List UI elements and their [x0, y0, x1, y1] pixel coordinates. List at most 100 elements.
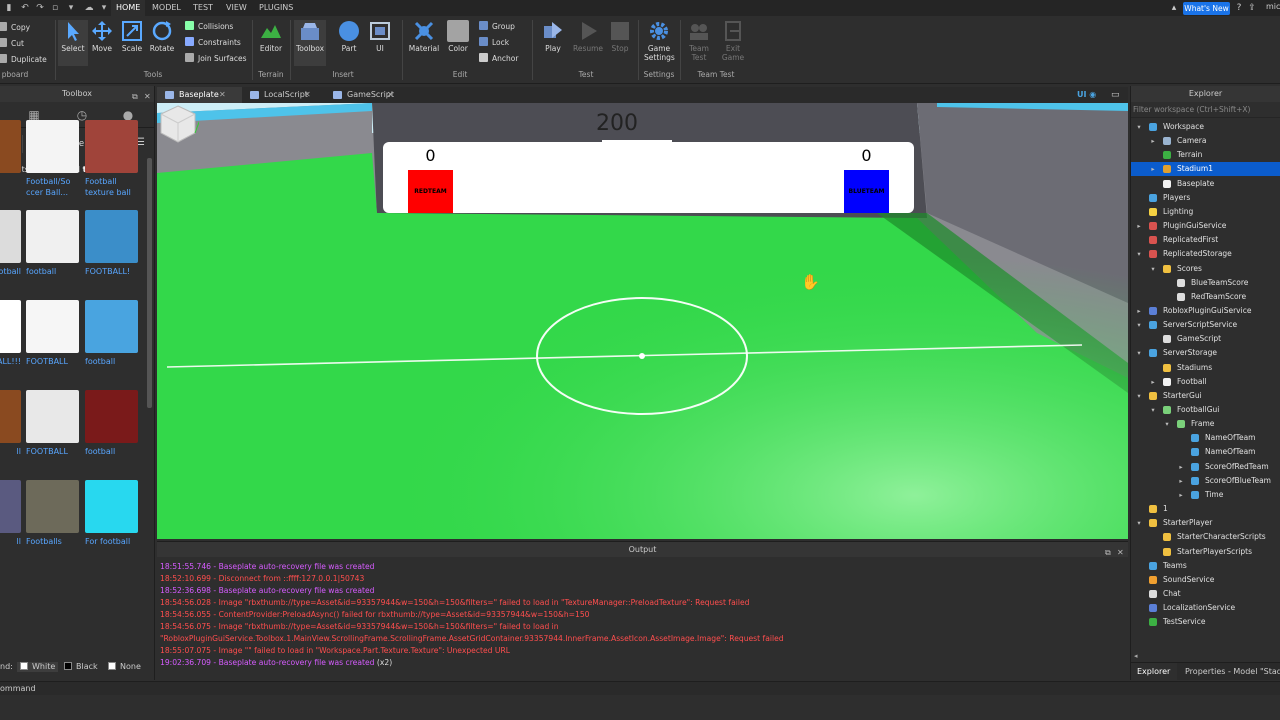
- dropdown-icon[interactable]: ▾: [66, 3, 76, 13]
- explorer-item[interactable]: ▾ Frame: [1131, 417, 1280, 431]
- expand-right-icon[interactable]: ▸: [1149, 134, 1157, 148]
- save-icon[interactable]: ▫: [50, 3, 60, 13]
- move-button[interactable]: Move: [87, 20, 117, 53]
- copy-button[interactable]: Copy: [0, 21, 30, 35]
- explorer-item[interactable]: ReplicatedFirst: [1131, 233, 1280, 247]
- expand-down-icon[interactable]: ▾: [1149, 403, 1157, 417]
- explorer-item[interactable]: ▾ FootballGui: [1131, 403, 1280, 417]
- pin-icon[interactable]: ⧉: [1105, 545, 1111, 560]
- explorer-item[interactable]: Lighting: [1131, 205, 1280, 219]
- collapse-ribbon-icon[interactable]: ▴: [1169, 3, 1179, 13]
- explorer-item[interactable]: GameScript: [1131, 332, 1280, 346]
- explorer-item[interactable]: StarterPlayerScripts: [1131, 545, 1280, 559]
- duplicate-button[interactable]: Duplicate: [0, 53, 47, 67]
- explorer-item[interactable]: ▾ StarterPlayer: [1131, 516, 1280, 530]
- explorer-filter-input[interactable]: Filter workspace (Ctrl+Shift+X): [1131, 102, 1280, 118]
- undo-icon[interactable]: ↶: [20, 3, 30, 13]
- stop-button[interactable]: Stop: [605, 20, 635, 53]
- explorer-item[interactable]: ▾ StarterGui: [1131, 389, 1280, 403]
- redo-icon[interactable]: ↷: [35, 3, 45, 13]
- background-none-option[interactable]: None: [108, 662, 141, 672]
- close-tab-icon[interactable]: ✕: [304, 87, 311, 103]
- explorer-item[interactable]: Players: [1131, 191, 1280, 205]
- tab-localscript[interactable]: LocalScript ✕: [242, 87, 325, 103]
- scale-button[interactable]: Scale: [117, 20, 147, 53]
- explorer-item[interactable]: LocalizationService: [1131, 601, 1280, 615]
- asset-tile[interactable]: Footballs: [26, 480, 82, 547]
- explorer-item[interactable]: ▸ Camera: [1131, 134, 1280, 148]
- rotate-button[interactable]: Rotate: [147, 20, 177, 53]
- tab-gamescript[interactable]: GameScript ✕: [325, 87, 408, 103]
- material-button[interactable]: Material: [408, 20, 440, 53]
- close-icon[interactable]: ✕: [1117, 545, 1124, 560]
- expand-down-icon[interactable]: ▾: [1149, 262, 1157, 276]
- chevron-down-icon[interactable]: ▾: [99, 3, 109, 13]
- asset-tile[interactable]: otball: [0, 210, 24, 277]
- 3d-viewport[interactable]: 200 0 REDTEAM 0 BLUETEAM ✋: [157, 103, 1128, 539]
- view-cube[interactable]: [157, 103, 199, 145]
- explorer-item[interactable]: ▾ Scores: [1131, 262, 1280, 276]
- tab-home[interactable]: HOME: [111, 0, 146, 16]
- explorer-item[interactable]: ▸ Time: [1131, 488, 1280, 502]
- expand-right-icon[interactable]: ▸: [1177, 474, 1185, 488]
- explorer-item[interactable]: ▾ ServerScriptService: [1131, 318, 1280, 332]
- explorer-item[interactable]: Teams: [1131, 559, 1280, 573]
- game-settings-button[interactable]: Game Settings: [644, 20, 675, 62]
- background-black-option[interactable]: Black: [64, 662, 98, 672]
- asset-tile[interactable]: Football/So ccer Ball...: [26, 120, 82, 198]
- expand-down-icon[interactable]: ▾: [1135, 346, 1143, 360]
- explorer-item[interactable]: ▾ ReplicatedStorage: [1131, 247, 1280, 261]
- explorer-item[interactable]: Terrain: [1131, 148, 1280, 162]
- explorer-item[interactable]: StarterCharacterScripts: [1131, 530, 1280, 544]
- explorer-item[interactable]: BlueTeamScore: [1131, 276, 1280, 290]
- lock-button[interactable]: Lock: [479, 36, 509, 50]
- whats-new-button[interactable]: What's New: [1183, 2, 1230, 15]
- cut-button[interactable]: Cut: [0, 37, 24, 51]
- select-button[interactable]: Select: [58, 20, 88, 66]
- tab-baseplate[interactable]: Baseplate ✕: [157, 87, 242, 103]
- explorer-item[interactable]: ▸ ScoreOfRedTeam: [1131, 460, 1280, 474]
- explorer-item[interactable]: Baseplate: [1131, 177, 1280, 191]
- explorer-item[interactable]: ▸ ScoreOfBlueTeam: [1131, 474, 1280, 488]
- part-button[interactable]: Part: [334, 20, 364, 53]
- resume-button[interactable]: Resume: [571, 20, 605, 53]
- tab-view[interactable]: VIEW: [221, 0, 252, 16]
- asset-tile[interactable]: FOOTBALL!: [85, 210, 141, 277]
- explorer-item[interactable]: NameOfTeam: [1131, 431, 1280, 445]
- play-button[interactable]: Play: [538, 20, 568, 53]
- close-tab-icon[interactable]: ✕: [387, 87, 394, 103]
- explorer-item[interactable]: RedTeamScore: [1131, 290, 1280, 304]
- team-test-button[interactable]: Team Test: [684, 20, 714, 62]
- exit-game-button[interactable]: Exit Game: [718, 20, 748, 62]
- explorer-item[interactable]: NameOfTeam: [1131, 445, 1280, 459]
- asset-tile[interactable]: FOOTBALL: [26, 300, 82, 367]
- expand-down-icon[interactable]: ▾: [1135, 389, 1143, 403]
- expand-right-icon[interactable]: ▸: [1177, 488, 1185, 502]
- tab-properties[interactable]: Properties - Model "Stadiu: [1179, 663, 1280, 681]
- explorer-item[interactable]: ▾ ServerStorage: [1131, 346, 1280, 360]
- explorer-item[interactable]: ▸ RobloxPluginGuiService: [1131, 304, 1280, 318]
- asset-tile[interactable]: Football texture ball: [85, 120, 141, 198]
- expand-down-icon[interactable]: ▾: [1135, 247, 1143, 261]
- collisions-toggle[interactable]: Collisions: [185, 20, 233, 34]
- toolbox-button[interactable]: Toolbox: [294, 20, 326, 66]
- explorer-item[interactable]: ▸ PluginGuiService: [1131, 219, 1280, 233]
- expand-down-icon[interactable]: ▾: [1135, 318, 1143, 332]
- cloud-icon[interactable]: ☁: [84, 3, 94, 13]
- anchor-button[interactable]: Anchor: [479, 52, 518, 66]
- explorer-item[interactable]: Chat: [1131, 587, 1280, 601]
- background-white-option[interactable]: White: [17, 662, 59, 672]
- explorer-item[interactable]: ▸ Stadium1: [1131, 162, 1280, 177]
- ui-button[interactable]: UI: [365, 20, 395, 53]
- tab-explorer[interactable]: Explorer: [1131, 663, 1177, 681]
- asset-tile[interactable]: football: [85, 300, 141, 367]
- command-bar[interactable]: ommand: [0, 681, 1280, 695]
- explorer-item[interactable]: TestService: [1131, 615, 1280, 629]
- constraints-toggle[interactable]: Constraints: [185, 36, 241, 50]
- asset-tile[interactable]: ALL!!!: [0, 300, 24, 367]
- terrain-editor-button[interactable]: Editor: [256, 20, 286, 53]
- tab-test[interactable]: TEST: [188, 0, 218, 16]
- explorer-item[interactable]: 1: [1131, 502, 1280, 516]
- tab-plugins[interactable]: PLUGINS: [254, 0, 298, 16]
- user-name[interactable]: mic: [1266, 2, 1280, 11]
